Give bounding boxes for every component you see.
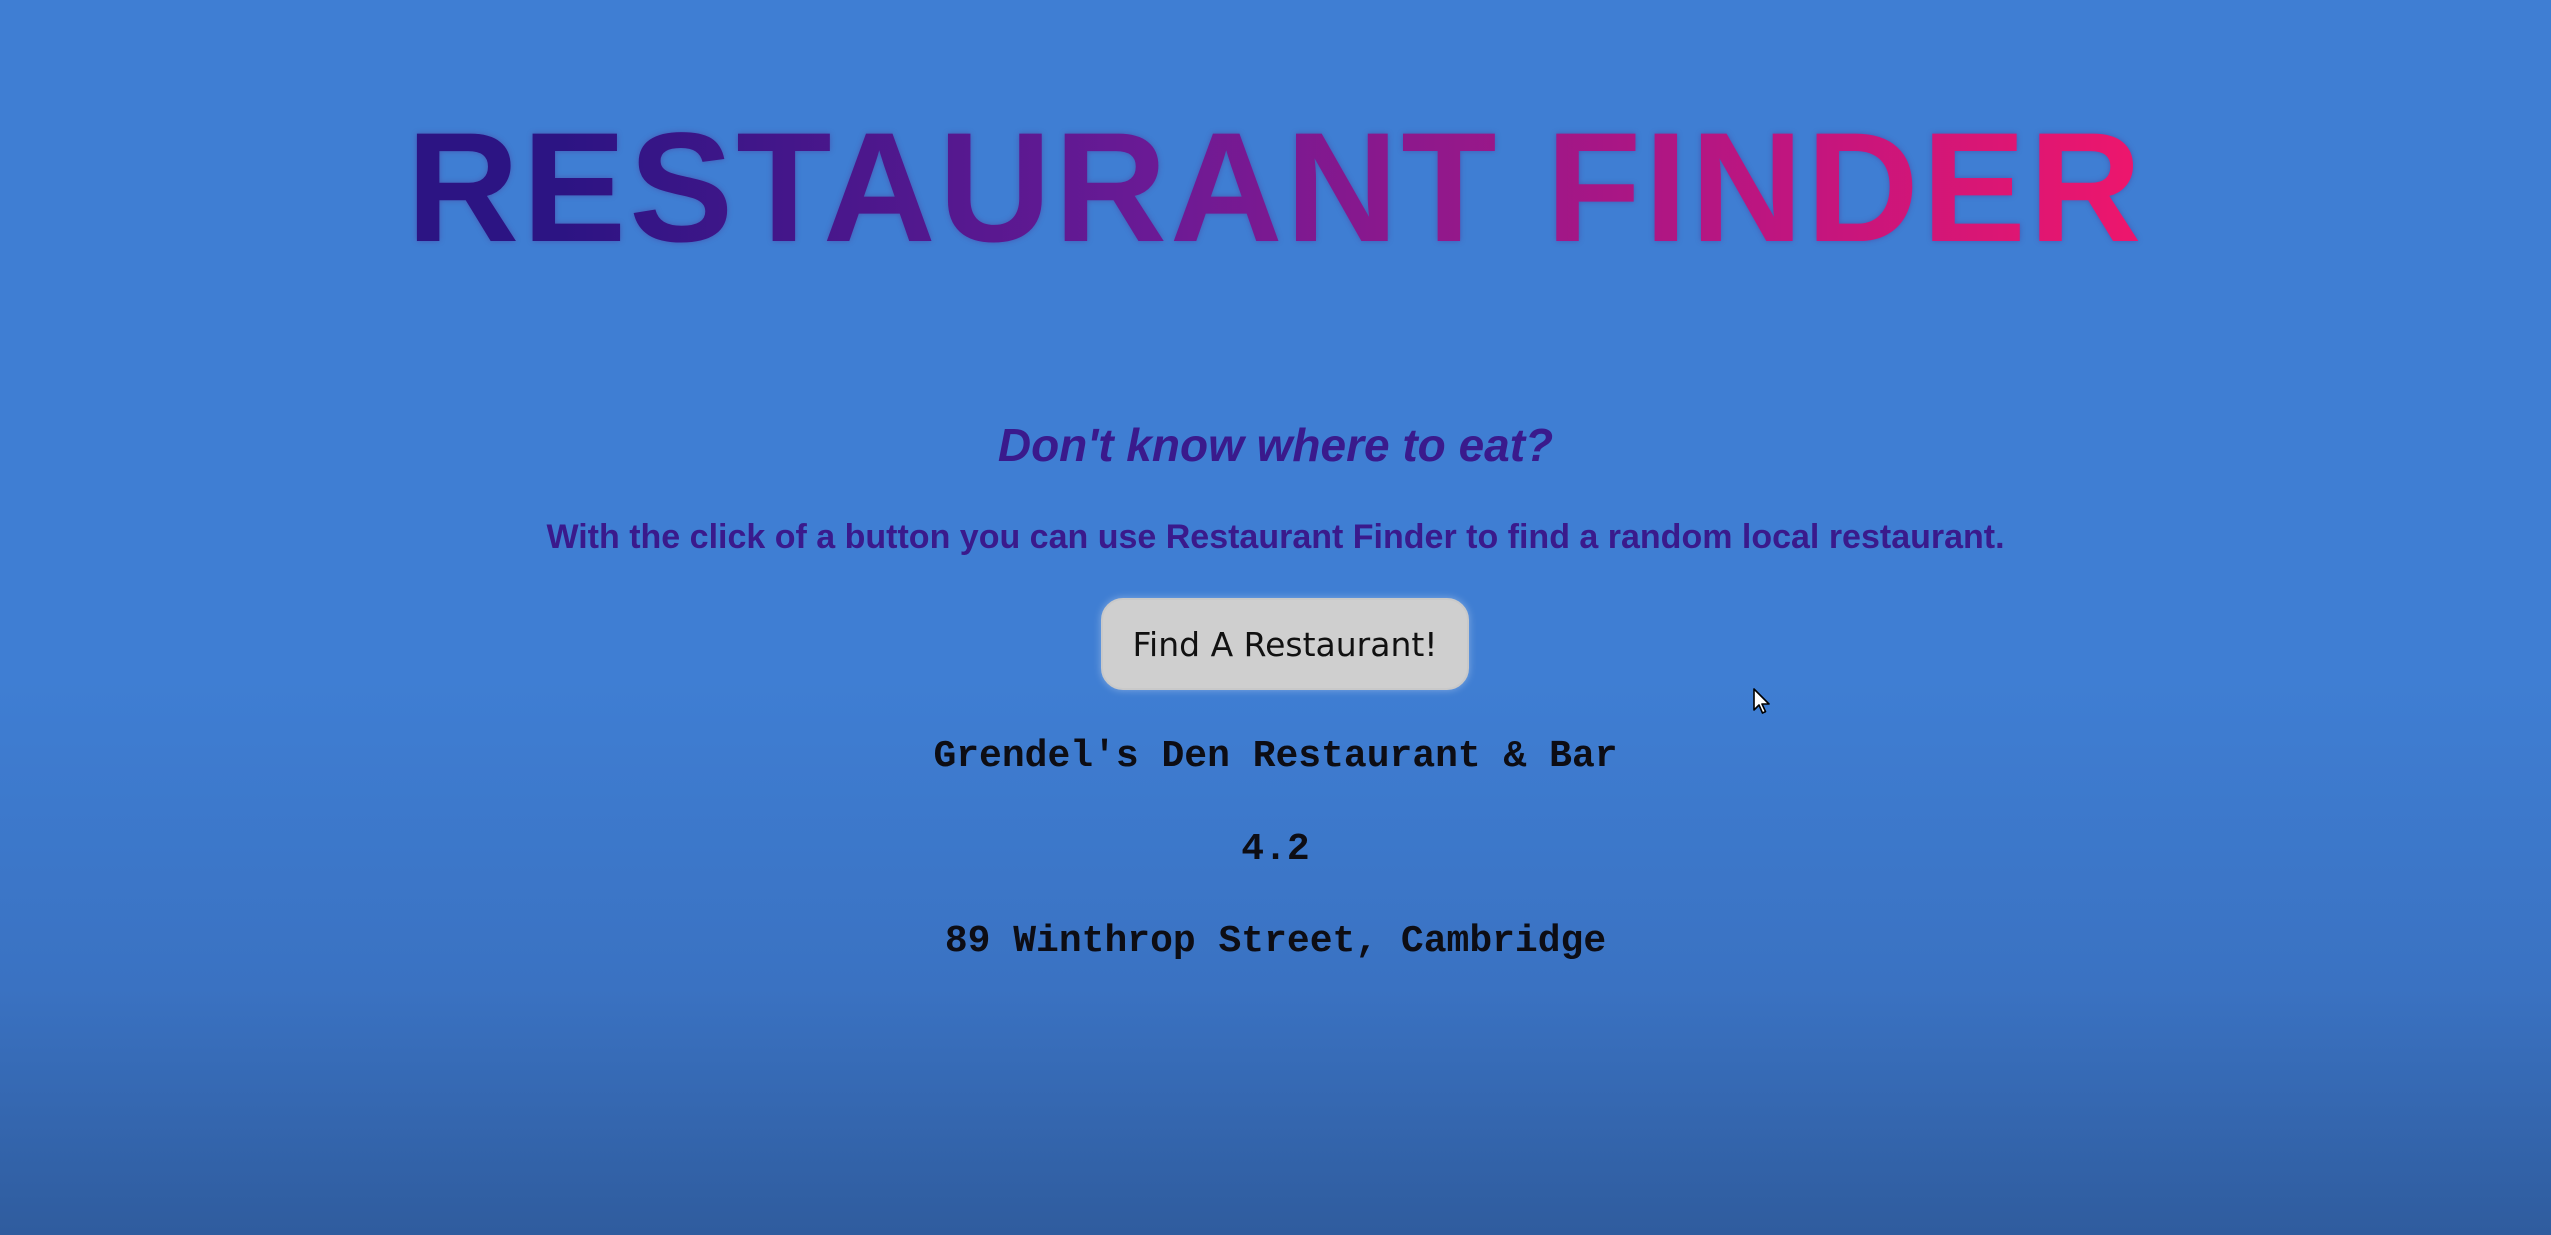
restaurant-address: 89 Winthrop Street, Cambridge [944, 920, 1607, 963]
page: RESTAURANT FINDER Don't know where to ea… [0, 0, 2551, 1235]
tagline: Don't know where to eat? [997, 419, 1554, 471]
restaurant-rating: 4.2 [1241, 828, 1310, 871]
restaurant-name: Grendel's Den Restaurant & Bar [933, 735, 1618, 778]
find-restaurant-button[interactable]: Find A Restaurant! [1101, 598, 1469, 690]
description-text: With the click of a button you can use R… [546, 518, 2005, 556]
mouse-pointer-icon [1753, 688, 1770, 714]
page-title: RESTAURANT FINDER [0, 110, 2551, 266]
